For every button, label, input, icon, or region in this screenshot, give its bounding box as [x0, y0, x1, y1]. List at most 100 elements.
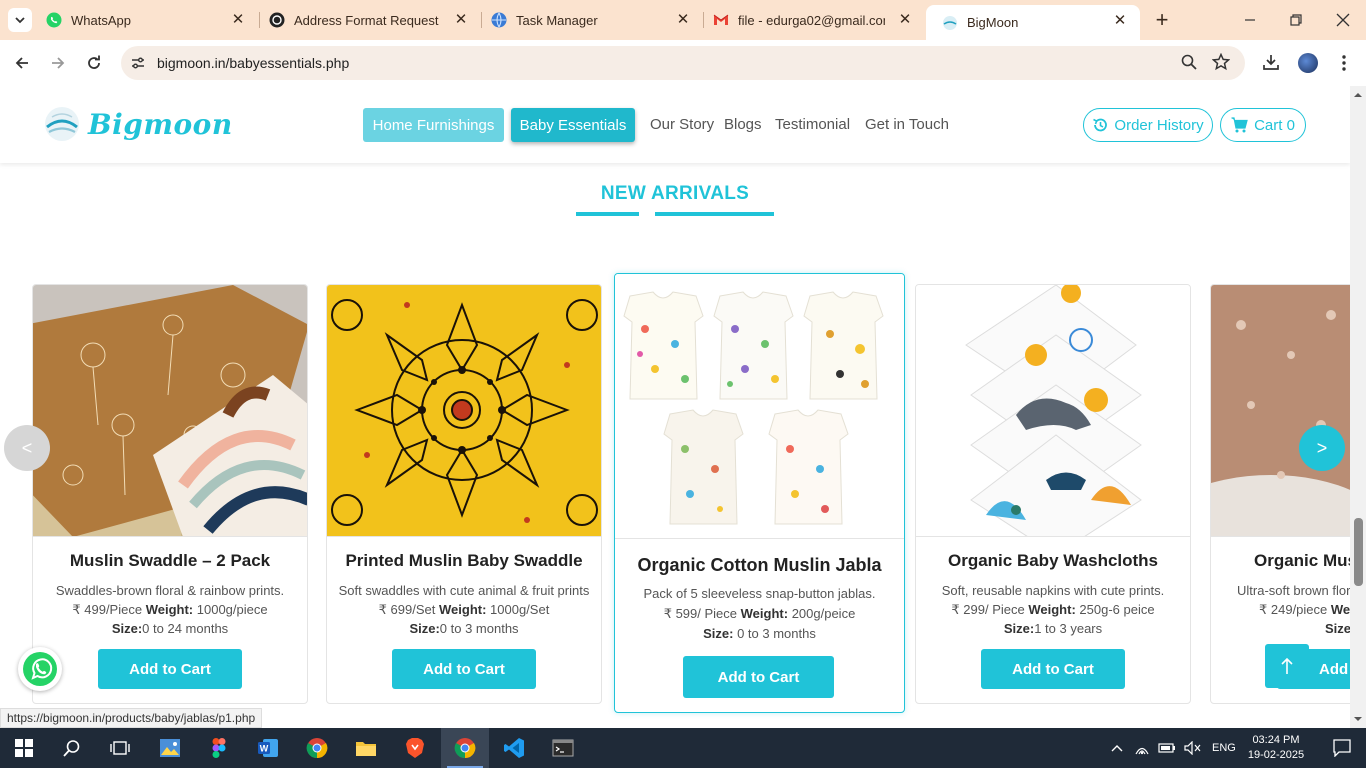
search-icon [63, 740, 80, 757]
section-title: NEW ARRIVALS [600, 183, 750, 204]
bookmark-star-icon[interactable] [1211, 52, 1232, 73]
product-image[interactable] [916, 285, 1190, 537]
network-icon[interactable] [1134, 741, 1150, 755]
new-tab-button[interactable]: + [1150, 7, 1174, 32]
tab-search-button[interactable] [8, 8, 32, 32]
photos-icon [160, 739, 180, 757]
gmail-icon [713, 14, 729, 25]
restore-button[interactable] [1273, 0, 1319, 40]
nav-our-story[interactable]: Our Story [650, 116, 714, 133]
product-card[interactable]: Printed Muslin Baby Swaddle Soft swaddle… [326, 284, 602, 704]
close-tab-icon[interactable]: ✕ [230, 12, 246, 28]
close-tab-icon[interactable]: ✕ [675, 12, 691, 28]
size: 0 to 3 months [439, 621, 519, 636]
product-details: Swaddles-brown floral & rainbow prints. … [33, 581, 307, 638]
notifications-button[interactable] [1318, 728, 1366, 768]
tab-task-manager[interactable]: Task Manager ✕ [475, 0, 703, 40]
nav-blogs[interactable]: Blogs [724, 116, 762, 133]
taskbar-search[interactable] [48, 728, 96, 768]
product-name[interactable]: Printed Muslin Baby Swaddle [327, 551, 601, 571]
forward-button[interactable] [46, 51, 70, 75]
weight: 250g-6 peice [1079, 602, 1155, 617]
task-view-button[interactable] [96, 728, 144, 768]
close-tab-icon[interactable]: ✕ [897, 12, 913, 28]
size-label: Size: [1325, 621, 1350, 636]
clock-time: 03:24 PM [1252, 734, 1300, 746]
reload-button[interactable] [82, 51, 106, 75]
tab-address-format[interactable]: Address Format Request ✕ [253, 0, 481, 40]
tab-bigmoon[interactable]: BigMoon ✕ [926, 5, 1140, 40]
product-image[interactable] [1211, 285, 1350, 537]
cart-button[interactable]: Cart 0 [1220, 108, 1306, 142]
product-name[interactable]: Organic Cotton Muslin Jabla [615, 555, 904, 576]
add-to-cart-button[interactable]: Add to Cart [98, 649, 242, 689]
carousel-next-button[interactable]: > [1299, 425, 1345, 471]
product-card-featured[interactable]: Organic Cotton Muslin Jabla Pack of 5 sl… [614, 273, 905, 713]
close-window-button[interactable] [1320, 0, 1366, 40]
chevron-up-icon[interactable] [1110, 743, 1124, 753]
volume-muted-icon[interactable] [1184, 741, 1202, 755]
scrollbar-thumb[interactable] [1354, 518, 1363, 586]
taskbar-chrome[interactable] [293, 728, 341, 768]
scroll-up-arrow-icon[interactable] [1350, 88, 1366, 102]
page-scrollbar[interactable] [1350, 86, 1366, 728]
taskbar-file-explorer[interactable] [342, 728, 390, 768]
add-to-cart-button[interactable]: Add to Cart [683, 656, 834, 698]
carousel-prev-button[interactable]: < [4, 425, 50, 471]
taskbar-brave[interactable] [391, 728, 439, 768]
add-to-cart-button[interactable]: Add to Cart [392, 649, 536, 689]
chatgpt-icon [269, 12, 285, 28]
taskbar-chrome-active[interactable] [441, 728, 489, 768]
product-name[interactable]: Organic Mus [1254, 551, 1350, 571]
nav-home-furnishings[interactable]: Home Furnishings [363, 108, 504, 142]
weight-label: Weight: [1028, 602, 1076, 617]
site-info-icon[interactable] [128, 53, 148, 73]
close-tab-icon[interactable]: ✕ [1112, 13, 1128, 29]
product-price-weight: ₹ 699/Set Weight: 1000g/Set [327, 600, 601, 619]
site-logo[interactable]: Bigmoon [44, 105, 232, 145]
minimize-button[interactable] [1227, 0, 1273, 40]
close-tab-icon[interactable]: ✕ [453, 12, 469, 28]
taskbar-word[interactable]: W [244, 728, 292, 768]
start-button[interactable] [0, 728, 48, 768]
price: ₹ 699/Set [378, 602, 436, 617]
nav-baby-essentials[interactable]: Baby Essentials [511, 108, 635, 142]
whatsapp-icon [46, 12, 62, 28]
product-card[interactable]: Organic Baby Washcloths Soft, reusable n… [915, 284, 1191, 704]
taskbar-vscode[interactable] [490, 728, 538, 768]
arrow-up-icon [1281, 657, 1293, 674]
url-text[interactable]: bigmoon.in/babyessentials.php [157, 55, 349, 71]
battery-icon[interactable] [1158, 742, 1176, 754]
scroll-to-top-button[interactable] [1265, 644, 1309, 688]
taskbar-terminal[interactable] [539, 728, 587, 768]
add-to-cart-button[interactable]: Add to Cart [981, 649, 1125, 689]
tab-gmail[interactable]: file - edurga02@gmail.com ✕ [697, 0, 925, 40]
product-card[interactable]: Organic Mus Ultra-soft brown flor ₹ 249/… [1210, 284, 1350, 704]
scroll-down-arrow-icon[interactable] [1350, 712, 1366, 726]
product-card[interactable]: Muslin Swaddle – 2 Pack Swaddles-brown f… [32, 284, 308, 704]
product-image[interactable] [33, 285, 307, 537]
nav-testimonial[interactable]: Testimonial [775, 116, 850, 133]
zoom-icon[interactable] [1180, 53, 1200, 73]
whatsapp-float-button[interactable] [18, 647, 62, 691]
product-image[interactable] [615, 274, 904, 539]
globe-icon [491, 12, 507, 28]
download-icon[interactable] [1262, 53, 1282, 73]
product-name[interactable]: Organic Baby Washcloths [916, 551, 1190, 571]
profile-avatar[interactable] [1298, 53, 1318, 73]
product-description: Soft swaddles with cute animal & fruit p… [338, 583, 590, 598]
product-name[interactable]: Muslin Swaddle – 2 Pack [33, 551, 307, 571]
title-underline-right [655, 212, 774, 216]
clock[interactable]: 03:24 PM 19-02-2025 [1248, 733, 1304, 763]
windows-logo-icon [15, 739, 33, 757]
order-history-button[interactable]: Order History [1083, 108, 1213, 142]
back-button[interactable] [10, 51, 34, 75]
weight-label: Weight: [145, 602, 194, 617]
tab-whatsapp[interactable]: WhatsApp ✕ [30, 0, 258, 40]
taskbar-photos[interactable] [146, 728, 194, 768]
product-image[interactable] [327, 285, 601, 537]
nav-get-in-touch[interactable]: Get in Touch [865, 116, 949, 133]
taskbar-figma[interactable] [195, 728, 243, 768]
language-indicator[interactable]: ENG [1212, 742, 1236, 754]
browser-menu-icon[interactable] [1334, 53, 1354, 73]
